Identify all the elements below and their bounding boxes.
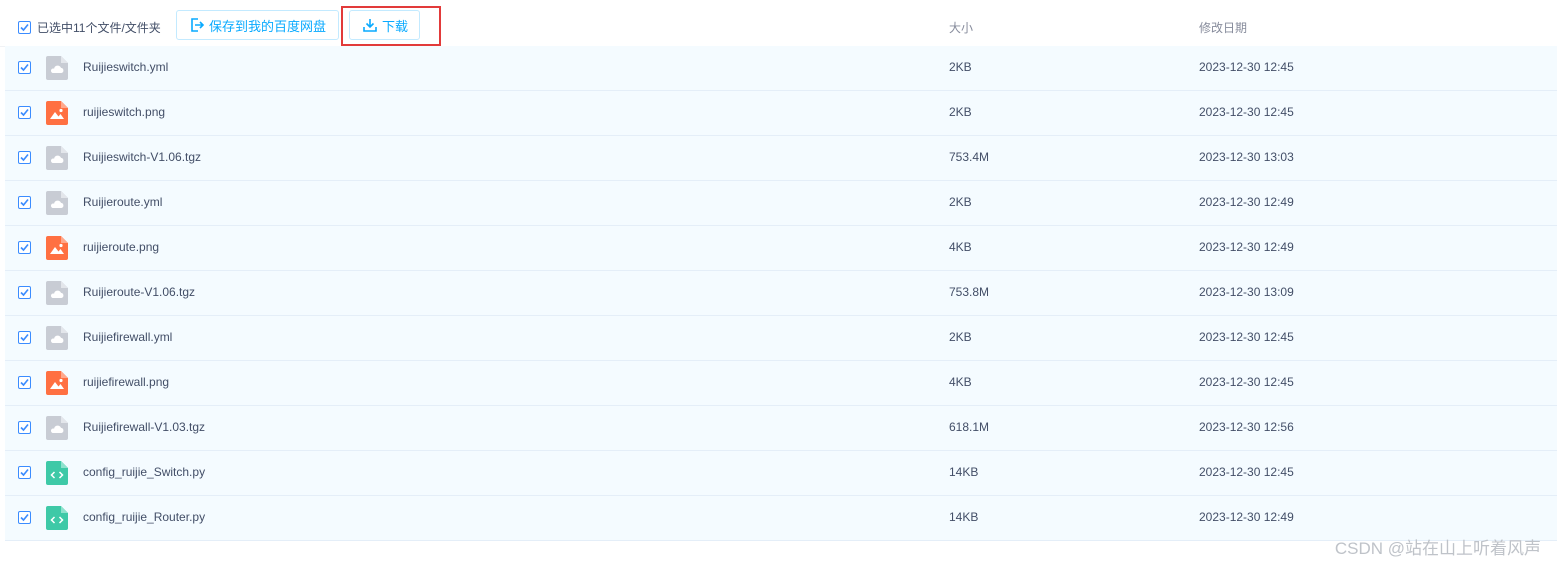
file-name[interactable]: config_ruijie_Router.py <box>83 510 205 524</box>
check-icon <box>20 153 29 162</box>
selected-count-label: 已选中11个文件/文件夹 <box>37 21 161 35</box>
file-row[interactable]: Ruijieroute.yml 2KB 2023-12-30 12:49 <box>5 181 1557 226</box>
file-list: Ruijieswitch.yml 2KB 2023-12-30 12:45 ruiji… <box>5 46 1557 541</box>
file-row[interactable]: Ruijiefirewall-V1.03.tgz 618.1M 2023-12-30… <box>5 406 1557 451</box>
file-size: 4KB <box>949 240 972 254</box>
generic-file-icon <box>46 281 68 305</box>
file-name[interactable]: Ruijieswitch-V1.06.tgz <box>83 150 201 164</box>
file-row[interactable]: config_ruijie_Switch.py 14KB 2023-12-30 12… <box>5 451 1557 496</box>
file-row[interactable]: Ruijiefirewall.yml 2KB 2023-12-30 12:45 <box>5 316 1557 361</box>
check-icon <box>20 423 29 432</box>
file-row[interactable]: Ruijieswitch.yml 2KB 2023-12-30 12:45 <box>5 46 1557 91</box>
generic-file-icon <box>46 416 68 440</box>
code-file-icon <box>46 461 68 485</box>
file-modified-date: 2023-12-30 13:09 <box>1199 285 1294 299</box>
file-checkbox[interactable] <box>18 106 31 119</box>
file-row[interactable]: ruijieswitch.png 2KB 2023-12-30 12:45 <box>5 91 1557 136</box>
file-checkbox[interactable] <box>18 151 31 164</box>
save-to-netdisk-button[interactable]: 保存到我的百度网盘 <box>176 10 339 40</box>
watermark: CSDN @站在山上听着风声 <box>1334 539 1541 558</box>
file-size: 618.1M <box>949 420 990 434</box>
file-row[interactable]: ruijieroute.png 4KB 2023-12-30 12:49 <box>5 226 1557 271</box>
check-icon <box>20 243 29 252</box>
file-name[interactable]: ruijiefirewall.png <box>83 375 169 389</box>
image-file-icon <box>46 371 68 395</box>
file-name[interactable]: Ruijieroute-V1.06.tgz <box>83 285 195 299</box>
file-name[interactable]: Ruijieswitch.yml <box>83 60 168 74</box>
file-checkbox[interactable] <box>18 61 31 74</box>
check-icon <box>20 333 29 342</box>
check-icon <box>20 468 29 477</box>
file-size: 4KB <box>949 375 972 389</box>
file-size: 2KB <box>949 60 972 74</box>
file-modified-date: 2023-12-30 12:45 <box>1199 60 1294 74</box>
toolbar: 已选中11个文件/文件夹 保存到我的百度网盘 下载 大小 修改日期 <box>0 0 1557 47</box>
file-size: 2KB <box>949 330 972 344</box>
check-icon <box>20 198 29 207</box>
file-size: 753.8M <box>949 285 990 299</box>
file-modified-date: 2023-12-30 12:45 <box>1199 105 1294 119</box>
file-checkbox[interactable] <box>18 376 31 389</box>
file-checkbox[interactable] <box>18 241 31 254</box>
file-row[interactable]: Ruijieroute-V1.06.tgz 753.8M 2023-12-30 13… <box>5 271 1557 316</box>
check-icon <box>20 288 29 297</box>
image-file-icon <box>46 236 68 260</box>
download-highlight-box <box>341 6 441 46</box>
file-name[interactable]: Ruijiefirewall-V1.03.tgz <box>83 420 205 434</box>
file-size: 2KB <box>949 195 972 209</box>
generic-file-icon <box>46 191 68 215</box>
check-icon <box>20 108 29 117</box>
file-row[interactable]: Ruijieswitch-V1.06.tgz 753.4M 2023-12-30 1… <box>5 136 1557 181</box>
file-checkbox[interactable] <box>18 421 31 434</box>
check-icon <box>20 513 29 522</box>
file-name[interactable]: Ruijieroute.yml <box>83 195 162 209</box>
file-name[interactable]: ruijieroute.png <box>83 240 159 254</box>
save-to-netdisk-label: 保存到我的百度网盘 <box>209 18 327 34</box>
file-checkbox[interactable] <box>18 466 31 479</box>
image-file-icon <box>46 101 68 125</box>
file-checkbox[interactable] <box>18 511 31 524</box>
file-modified-date: 2023-12-30 12:56 <box>1199 420 1294 434</box>
file-row[interactable]: config_ruijie_Router.py 14KB 2023-12-30 12… <box>5 496 1557 541</box>
file-size: 14KB <box>949 510 979 524</box>
save-export-icon <box>191 18 205 32</box>
check-icon <box>20 378 29 387</box>
check-icon <box>20 63 29 72</box>
file-modified-date: 2023-12-30 12:45 <box>1199 465 1294 479</box>
file-modified-date: 2023-12-30 12:49 <box>1199 240 1294 254</box>
select-all-checkbox[interactable] <box>18 21 31 34</box>
file-checkbox[interactable] <box>18 331 31 344</box>
column-header-date[interactable]: 修改日期 <box>1199 19 1247 36</box>
file-name[interactable]: ruijieswitch.png <box>83 105 165 119</box>
file-modified-date: 2023-12-30 12:49 <box>1199 510 1294 524</box>
generic-file-icon <box>46 326 68 350</box>
generic-file-icon <box>46 56 68 80</box>
file-modified-date: 2023-12-30 13:03 <box>1199 150 1294 164</box>
file-size: 14KB <box>949 465 979 479</box>
file-size: 753.4M <box>949 150 990 164</box>
file-name[interactable]: config_ruijie_Switch.py <box>83 465 205 479</box>
file-size: 2KB <box>949 105 972 119</box>
file-modified-date: 2023-12-30 12:45 <box>1199 375 1294 389</box>
file-name[interactable]: Ruijiefirewall.yml <box>83 330 172 344</box>
file-modified-date: 2023-12-30 12:45 <box>1199 330 1294 344</box>
file-row[interactable]: ruijiefirewall.png 4KB 2023-12-30 12:45 <box>5 361 1557 406</box>
file-checkbox[interactable] <box>18 286 31 299</box>
generic-file-icon <box>46 146 68 170</box>
check-icon <box>20 23 29 32</box>
column-header-size[interactable]: 大小 <box>949 19 973 36</box>
code-file-icon <box>46 506 68 530</box>
file-checkbox[interactable] <box>18 196 31 209</box>
file-modified-date: 2023-12-30 12:49 <box>1199 195 1294 209</box>
